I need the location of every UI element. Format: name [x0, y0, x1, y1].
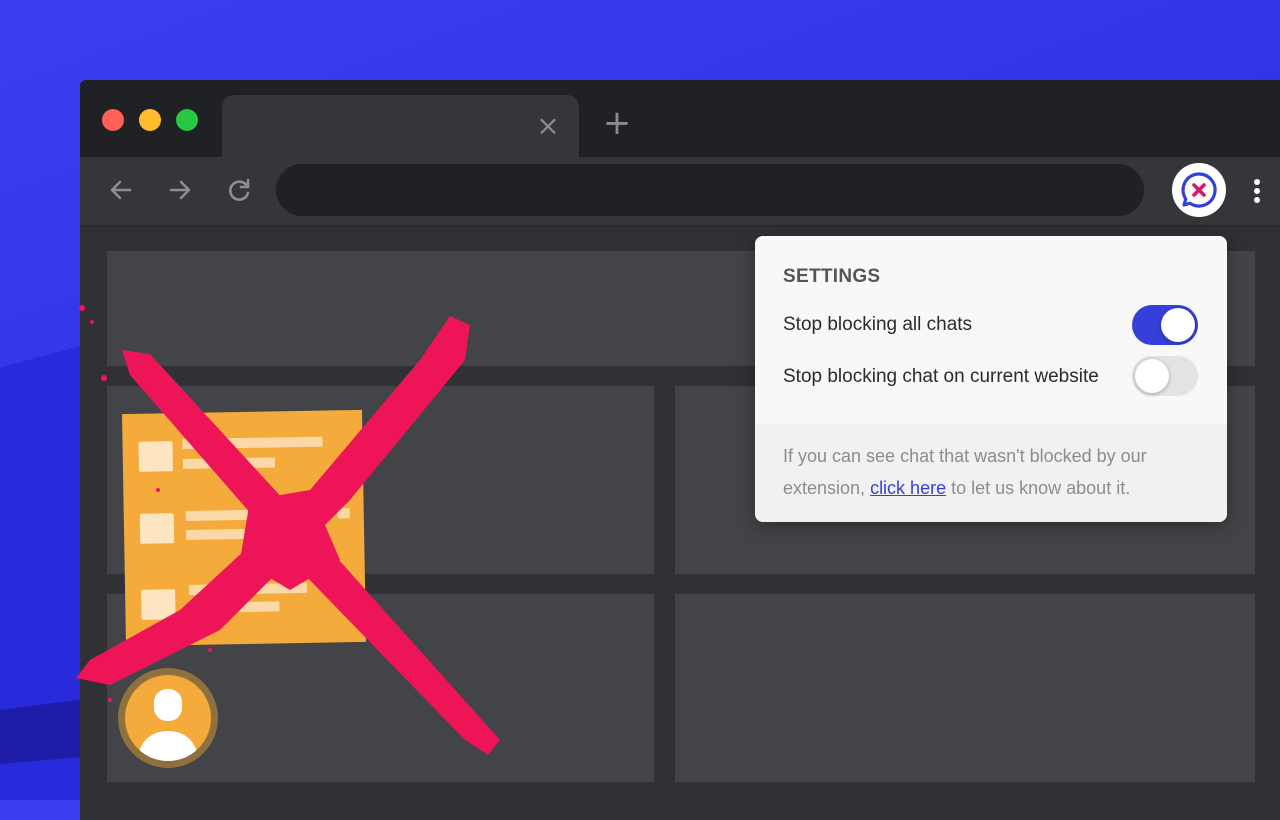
minimize-window-button[interactable]	[139, 109, 161, 131]
arrow-left-icon[interactable]	[106, 175, 136, 205]
report-link[interactable]: click here	[870, 478, 946, 498]
extension-button[interactable]	[1172, 163, 1226, 217]
extension-settings-popup: SETTINGS Stop blocking all chats Stop bl…	[755, 236, 1227, 522]
option-label-all-chats: Stop blocking all chats	[783, 314, 973, 335]
close-window-button[interactable]	[102, 109, 124, 131]
toggle-current-website[interactable]	[1132, 356, 1198, 396]
report-note: If you can see chat that wasn't blocked …	[783, 446, 1147, 498]
option-label-current-website: Stop blocking chat on current website	[783, 366, 1099, 387]
cross-mark-icon	[76, 305, 500, 755]
close-icon[interactable]: ×	[535, 112, 561, 140]
settings-title: SETTINGS	[783, 266, 881, 287]
tab-strip: × +	[80, 80, 1280, 157]
reload-icon[interactable]	[224, 175, 254, 205]
placeholder-block	[675, 594, 1255, 782]
browser-tab[interactable]: ×	[222, 95, 579, 157]
more-vertical-icon[interactable]	[1245, 177, 1269, 205]
browser-toolbar	[80, 157, 1280, 227]
arrow-right-icon[interactable]	[165, 175, 195, 205]
plus-icon[interactable]: +	[602, 106, 632, 140]
address-bar[interactable]	[276, 164, 1144, 216]
toggle-all-chats[interactable]	[1132, 305, 1198, 345]
chat-blocker-icon	[1181, 172, 1217, 208]
maximize-window-button[interactable]	[176, 109, 198, 131]
